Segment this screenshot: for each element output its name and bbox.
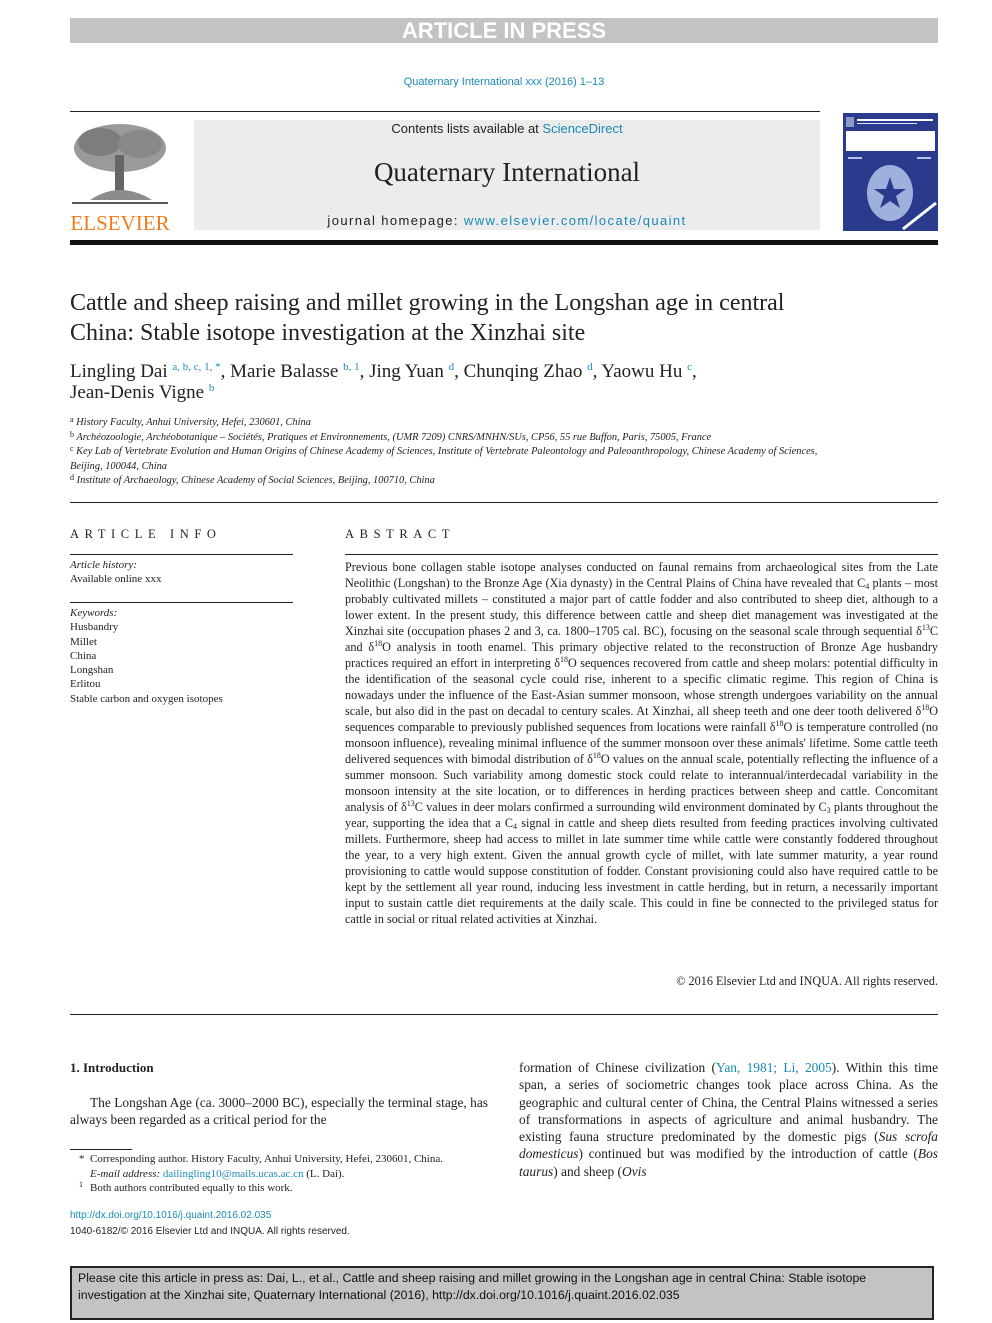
author-list: Lingling Dai a, b, c, 1, *, Marie Balass… [70, 361, 697, 403]
author-name[interactable]: Yaowu Hu [601, 361, 682, 382]
introduction-right-column: formation of Chinese civilization (Yan, … [519, 1059, 938, 1180]
keywords-label: Keywords: [70, 607, 118, 619]
elsevier-wordmark: ELSEVIER [70, 211, 169, 235]
affiliation-item: c Key Lab of Vertebrate Evolution and Hu… [70, 445, 830, 474]
keyword-item: Erlitou [70, 678, 101, 691]
affiliation-mark: c [70, 444, 74, 453]
header-bottom-rule [70, 240, 938, 245]
author-affiliation-marks[interactable]: b [209, 382, 215, 394]
footnote-text: Corresponding author. History Faculty, A… [90, 1153, 443, 1165]
affiliation-list: a History Faculty, Anhui University, Hef… [70, 416, 830, 489]
issn-copyright: 1040-6182/© 2016 Elsevier Ltd and INQUA.… [70, 1226, 350, 1237]
abstract-text: Previous bone collagen stable isotope an… [345, 559, 938, 927]
abstract-rule [345, 554, 938, 555]
superscript: 18 [374, 639, 383, 648]
affiliation-text: Key Lab of Vertebrate Evolution and Huma… [70, 446, 818, 472]
affiliation-mark: b [70, 429, 74, 439]
journal-cover-thumbnail[interactable] [843, 113, 938, 231]
footnote-mark: * [79, 1153, 85, 1165]
journal-cover-image [843, 113, 938, 231]
footnote-equal-contribution: 1 Both authors contributed equally to th… [79, 1180, 293, 1195]
abstract-fragment: C values in deer molars confirmed a surr… [414, 800, 827, 814]
author-name[interactable]: Jing Yuan [369, 361, 444, 382]
body-fragment: ) continued but was modified by the intr… [578, 1146, 918, 1162]
homepage-link[interactable]: www.elsevier.com/locate/quaint [464, 213, 687, 228]
affiliation-mark: d [70, 473, 74, 482]
superscript: 13 [406, 799, 415, 808]
author-name[interactable]: Jean-Denis Vigne [70, 382, 204, 403]
keyword-item: Husbandry [70, 621, 119, 634]
superscript: 18 [775, 719, 784, 728]
article-info-rule [70, 602, 293, 603]
contents-prefix: Contents lists available at [391, 121, 543, 136]
doi-link[interactable]: http://dx.doi.org/10.1016/j.quaint.2016.… [70, 1210, 271, 1221]
superscript: 18 [921, 703, 930, 712]
article-in-press-banner: ARTICLE IN PRESS [70, 18, 938, 43]
footnote-text: Both authors contributed equally to this… [90, 1182, 293, 1194]
keywords-block: Keywords: Husbandry Millet China Longsha… [70, 606, 293, 706]
elsevier-logo[interactable]: ELSEVIER [70, 120, 170, 235]
superscript: 18 [592, 751, 601, 760]
citation-notice-box: Please cite this article in press as: Da… [70, 1266, 934, 1320]
article-info-rule [70, 554, 293, 555]
journal-title: Quaternary International [373, 157, 641, 187]
author-affiliation-marks[interactable]: c [687, 361, 692, 373]
affiliation-text: Archéozoologie, Archéobotanique – Sociét… [76, 431, 712, 443]
homepage-prefix: journal homepage: [327, 213, 464, 228]
author-affiliation-marks[interactable]: d [587, 361, 593, 373]
keyword-item: China [70, 649, 97, 662]
email-label: E-mail address: [90, 1167, 163, 1180]
article-info-heading: ARTICLE INFO [70, 527, 222, 541]
affiliation-text: Institute of Archaeology, Chinese Academ… [76, 475, 435, 486]
author-name[interactable]: Chunqing Zhao [464, 361, 583, 382]
article-title: Cattle and sheep raising and millet grow… [70, 290, 785, 346]
abstract-copyright: © 2016 Elsevier Ltd and INQUA. All right… [676, 974, 938, 988]
affiliation-text: History Faculty, Anhui University, Hefei… [76, 417, 311, 428]
article-history: Article history: Available online xxx [70, 558, 293, 587]
affiliation-item: b Archéozoologie, Archéobotanique – Soci… [70, 429, 830, 446]
section-divider [70, 502, 938, 503]
author-name[interactable]: Lingling Dai [70, 361, 168, 382]
journal-reference-link[interactable]: Quaternary International xxx (2016) 1–13 [70, 76, 938, 88]
affiliation-item: d Institute of Archaeology, Chinese Acad… [70, 474, 830, 489]
sciencedirect-link[interactable]: ScienceDirect [542, 121, 622, 136]
abstract-fragment: signal in cattle and sheep diets resulte… [345, 816, 938, 926]
body-divider [70, 1014, 938, 1015]
body-fragment: formation of Chinese civilization ( [519, 1060, 716, 1075]
author-affiliation-marks[interactable]: a, b, c, 1, * [172, 361, 220, 373]
species-name: Ovis [622, 1163, 647, 1179]
email-link[interactable]: dailingling10@mails.ucas.ac.cn [163, 1168, 304, 1180]
article-history-value: Available online xxx [70, 573, 162, 586]
keyword-item: Millet [70, 635, 97, 648]
header-top-rule [70, 111, 820, 112]
email-suffix: (L. Dai). [303, 1167, 345, 1180]
superscript: 13 [921, 623, 930, 632]
introduction-left-column: The Longshan Age (ca. 3000–2000 BC), esp… [70, 1095, 488, 1128]
author-affiliation-marks[interactable]: d [449, 361, 455, 373]
keyword-item: Longshan [70, 664, 114, 677]
article-history-label: Article history: [70, 559, 137, 571]
contents-line: Contents lists available at ScienceDirec… [194, 121, 820, 136]
keyword-item: Stable carbon and oxygen isotopes [70, 692, 223, 705]
footnote-corresponding: * Corresponding author. History Faculty,… [70, 1152, 488, 1181]
body-fragment: ) and sheep ( [553, 1163, 623, 1179]
abstract-heading: ABSTRACT [345, 527, 456, 541]
elsevier-tree-icon: ELSEVIER [70, 120, 170, 235]
affiliation-mark: a [70, 415, 74, 424]
journal-homepage-line: journal homepage: www.elsevier.com/locat… [194, 213, 820, 228]
superscript: 18 [560, 655, 569, 664]
author-affiliation-marks[interactable]: b, 1 [343, 361, 360, 373]
affiliation-item: a History Faculty, Anhui University, Hef… [70, 416, 830, 431]
abstract-fragment: Previous bone collagen stable isotope an… [345, 560, 938, 590]
citation-link[interactable]: Yan, 1981; Li, 2005 [716, 1060, 832, 1075]
author-name[interactable]: Marie Balasse [230, 361, 338, 382]
footnote-rule [70, 1149, 132, 1150]
section-heading-introduction: 1. Introduction [70, 1060, 154, 1075]
